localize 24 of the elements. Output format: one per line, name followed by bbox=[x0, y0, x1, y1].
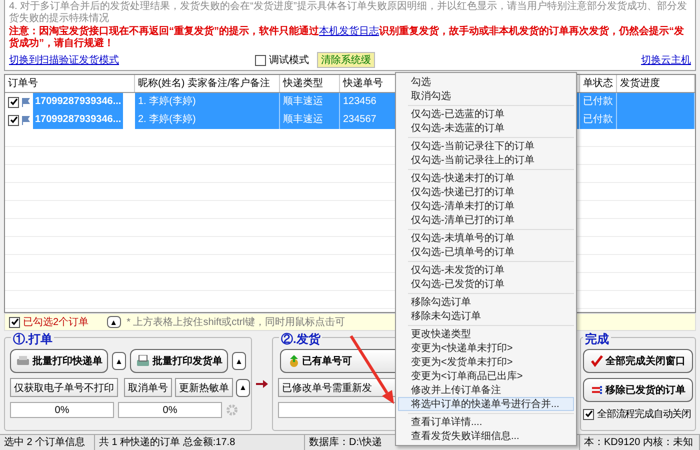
table-cell-text: 123456 bbox=[343, 95, 376, 109]
table-cell-text: 顺丰速运 bbox=[283, 94, 323, 109]
table-cell-text: 已付款 bbox=[583, 113, 613, 127]
progress-bar: 0% bbox=[118, 402, 222, 418]
order-number: 17099287939346... bbox=[33, 93, 124, 111]
table-cell-text: 234567 bbox=[343, 113, 376, 127]
table-cell-text: 已付款 bbox=[583, 95, 613, 109]
table-cell-text: 顺丰速运 bbox=[283, 112, 323, 127]
debug-mode-label: 调试模式 bbox=[269, 54, 309, 67]
table-cell-text: 2. 李婷(李婷) bbox=[138, 112, 196, 127]
status-text: 本：KD9120 内核：未知 bbox=[580, 435, 700, 450]
auto-close-label: 全部流程完成自动关闭 bbox=[597, 408, 692, 421]
group-title: 完成 bbox=[583, 331, 611, 348]
status-text: 共 1 种快递的订单 总金额:17.8 bbox=[95, 435, 305, 450]
hint-text: * 上方表格上按住shift或ctrl键，同时用鼠标点击可 bbox=[126, 316, 345, 329]
warning-text: 注意：因淘宝发货接口现在不再返回“重复发货”的提示，软件只能通过本机发货日志识别重复发货，故手动或非本机发货的订单再次发货，仍然会提示“发货成功”，请自行规避！ bbox=[9, 26, 685, 50]
table-cell-text: 1. 李婷(李婷) bbox=[138, 94, 196, 109]
selected-count: 已勾选2个订单 bbox=[23, 316, 89, 329]
status-text: 选中 2 个订单信息 bbox=[0, 435, 95, 450]
notice-text: 4. 对于多订单合并后的发货处理结果，发货失败的会在“发货进度”提示具体各订单失败原因明细，并以红色显示，请当用户特别注意部分发货成功、部分发货失败的提示特殊情况 bbox=[9, 1, 688, 25]
progress-bar: 0% bbox=[10, 402, 114, 418]
group-title: ②.发货 bbox=[279, 331, 322, 348]
order-number: 17099287939346... bbox=[33, 111, 124, 129]
group-title: ①.打单 bbox=[11, 331, 54, 348]
